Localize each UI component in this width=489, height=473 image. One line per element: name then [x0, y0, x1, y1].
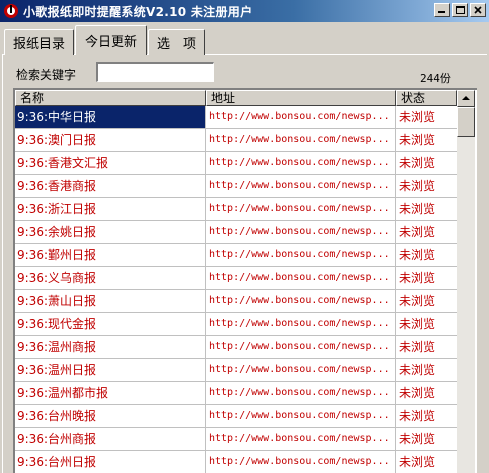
row-status: 未浏览 — [399, 133, 436, 147]
table-row[interactable]: 9:36:义乌商报 http://www.bonsou.com/newsp... 未… — [15, 267, 457, 290]
row-url: http://www.bonsou.com/newsp... — [206, 336, 396, 358]
minimize-icon — [438, 11, 445, 13]
tab-newspaper-catalog[interactable]: 报纸目录 — [4, 29, 75, 55]
row-status: 未浏览 — [399, 202, 436, 216]
list-rows: 9:36:中华日报 http://www.bonsou.com/newsp... 未… — [15, 106, 457, 473]
scroll-up-button[interactable] — [457, 90, 475, 107]
result-count: 244份 — [420, 72, 451, 85]
row-name: 9:36:香港文汇报 — [15, 152, 206, 174]
table-row[interactable]: 9:36:温州商报 http://www.bonsou.com/newsp... 未… — [15, 336, 457, 359]
row-status: 未浏览 — [399, 386, 436, 400]
row-name: 9:36:澳门日报 — [15, 129, 206, 151]
table-row[interactable]: 9:36:香港文汇报 http://www.bonsou.com/newsp...… — [15, 152, 457, 175]
app-logo-icon — [3, 3, 19, 19]
row-name: 9:36:义乌商报 — [15, 267, 206, 289]
row-url: http://www.bonsou.com/newsp... — [206, 313, 396, 335]
row-name: 9:36:台州日报 — [15, 451, 206, 473]
arrow-up-icon — [462, 96, 470, 100]
row-name: 9:36:温州日报 — [15, 359, 206, 381]
column-header-url[interactable]: 地址 — [206, 90, 396, 106]
minimize-button[interactable] — [434, 3, 450, 17]
window-title: 小歌报纸即时提醒系统V2.10 未注册用户 — [23, 4, 253, 19]
newspaper-list[interactable]: 名称 地址 状态 9:36:中华日报 http://www.bonsou.com/… — [13, 88, 477, 473]
close-icon — [474, 6, 482, 14]
row-status: 未浏览 — [399, 409, 436, 423]
search-label: 检索关键字 — [16, 68, 77, 82]
row-status: 未浏览 — [399, 271, 436, 285]
row-name: 9:36:台州晚报 — [15, 405, 206, 427]
table-row[interactable]: 9:36:中华日报 http://www.bonsou.com/newsp... 未… — [15, 106, 457, 129]
row-url: http://www.bonsou.com/newsp... — [206, 175, 396, 197]
table-row[interactable]: 9:36:温州日报 http://www.bonsou.com/newsp... 未… — [15, 359, 457, 382]
table-row[interactable]: 9:36:台州日报 http://www.bonsou.com/newsp... 未… — [15, 451, 457, 473]
row-name: 9:36:浙江日报 — [15, 198, 206, 220]
table-row[interactable]: 9:36:台州晚报 http://www.bonsou.com/newsp... 未… — [15, 405, 457, 428]
table-row[interactable]: 9:36:澳门日报 http://www.bonsou.com/newsp... 未… — [15, 129, 457, 152]
row-status: 未浏览 — [399, 432, 436, 446]
row-status: 未浏览 — [399, 248, 436, 262]
row-name: 9:36:温州都市报 — [15, 382, 206, 404]
row-url: http://www.bonsou.com/newsp... — [206, 451, 396, 473]
search-input[interactable] — [96, 62, 214, 82]
tab-strip: 报纸目录 今日更新 选 项 — [4, 25, 206, 55]
list-header: 名称 地址 状态 — [15, 90, 457, 106]
row-name: 9:36:萧山日报 — [15, 290, 206, 312]
row-name: 9:36:现代金报 — [15, 313, 206, 335]
row-name: 9:36:鄞州日报 — [15, 244, 206, 266]
row-status: 未浏览 — [399, 225, 436, 239]
row-status: 未浏览 — [399, 363, 436, 377]
row-url: http://www.bonsou.com/newsp... — [206, 428, 396, 450]
row-url: http://www.bonsou.com/newsp... — [206, 129, 396, 151]
row-url: http://www.bonsou.com/newsp... — [206, 244, 396, 266]
row-url: http://www.bonsou.com/newsp... — [206, 405, 396, 427]
row-status: 未浏览 — [399, 340, 436, 354]
row-name: 9:36:中华日报 — [15, 106, 206, 128]
row-name: 9:36:余姚日报 — [15, 221, 206, 243]
row-url: http://www.bonsou.com/newsp... — [206, 267, 396, 289]
row-url: http://www.bonsou.com/newsp... — [206, 290, 396, 312]
maximize-button[interactable] — [452, 3, 468, 17]
row-url: http://www.bonsou.com/newsp... — [206, 359, 396, 381]
table-row[interactable]: 9:36:台州商报 http://www.bonsou.com/newsp... 未… — [15, 428, 457, 451]
table-row[interactable]: 9:36:现代金报 http://www.bonsou.com/newsp... 未… — [15, 313, 457, 336]
row-url: http://www.bonsou.com/newsp... — [206, 382, 396, 404]
row-url: http://www.bonsou.com/newsp... — [206, 198, 396, 220]
maximize-icon — [456, 6, 465, 14]
row-url: http://www.bonsou.com/newsp... — [206, 152, 396, 174]
close-button[interactable] — [470, 3, 486, 17]
column-header-name[interactable]: 名称 — [15, 90, 206, 106]
tab-today-updates[interactable]: 今日更新 — [75, 25, 148, 55]
resize-grip-icon[interactable] — [477, 461, 489, 473]
table-row[interactable]: 9:36:浙江日报 http://www.bonsou.com/newsp... 未… — [15, 198, 457, 221]
tab-options[interactable]: 选 项 — [148, 29, 206, 55]
row-status: 未浏览 — [399, 455, 436, 469]
table-row[interactable]: 9:36:鄞州日报 http://www.bonsou.com/newsp... 未… — [15, 244, 457, 267]
row-status: 未浏览 — [399, 156, 436, 170]
table-row[interactable]: 9:36:余姚日报 http://www.bonsou.com/newsp... 未… — [15, 221, 457, 244]
title-bar[interactable]: 小歌报纸即时提醒系统V2.10 未注册用户 — [0, 0, 489, 22]
table-row[interactable]: 9:36:香港商报 http://www.bonsou.com/newsp... 未… — [15, 175, 457, 198]
row-status: 未浏览 — [399, 317, 436, 331]
row-name: 9:36:台州商报 — [15, 428, 206, 450]
row-status: 未浏览 — [399, 179, 436, 193]
scroll-thumb[interactable] — [457, 107, 475, 137]
column-header-status[interactable]: 状态 — [396, 90, 457, 106]
vertical-scrollbar[interactable] — [457, 90, 475, 473]
row-name: 9:36:温州商报 — [15, 336, 206, 358]
table-row[interactable]: 9:36:萧山日报 http://www.bonsou.com/newsp... 未… — [15, 290, 457, 313]
row-status: 未浏览 — [399, 110, 436, 124]
table-row[interactable]: 9:36:温州都市报 http://www.bonsou.com/newsp...… — [15, 382, 457, 405]
row-url: http://www.bonsou.com/newsp... — [206, 221, 396, 243]
row-status: 未浏览 — [399, 294, 436, 308]
row-name: 9:36:香港商报 — [15, 175, 206, 197]
row-url: http://www.bonsou.com/newsp... — [206, 106, 396, 128]
